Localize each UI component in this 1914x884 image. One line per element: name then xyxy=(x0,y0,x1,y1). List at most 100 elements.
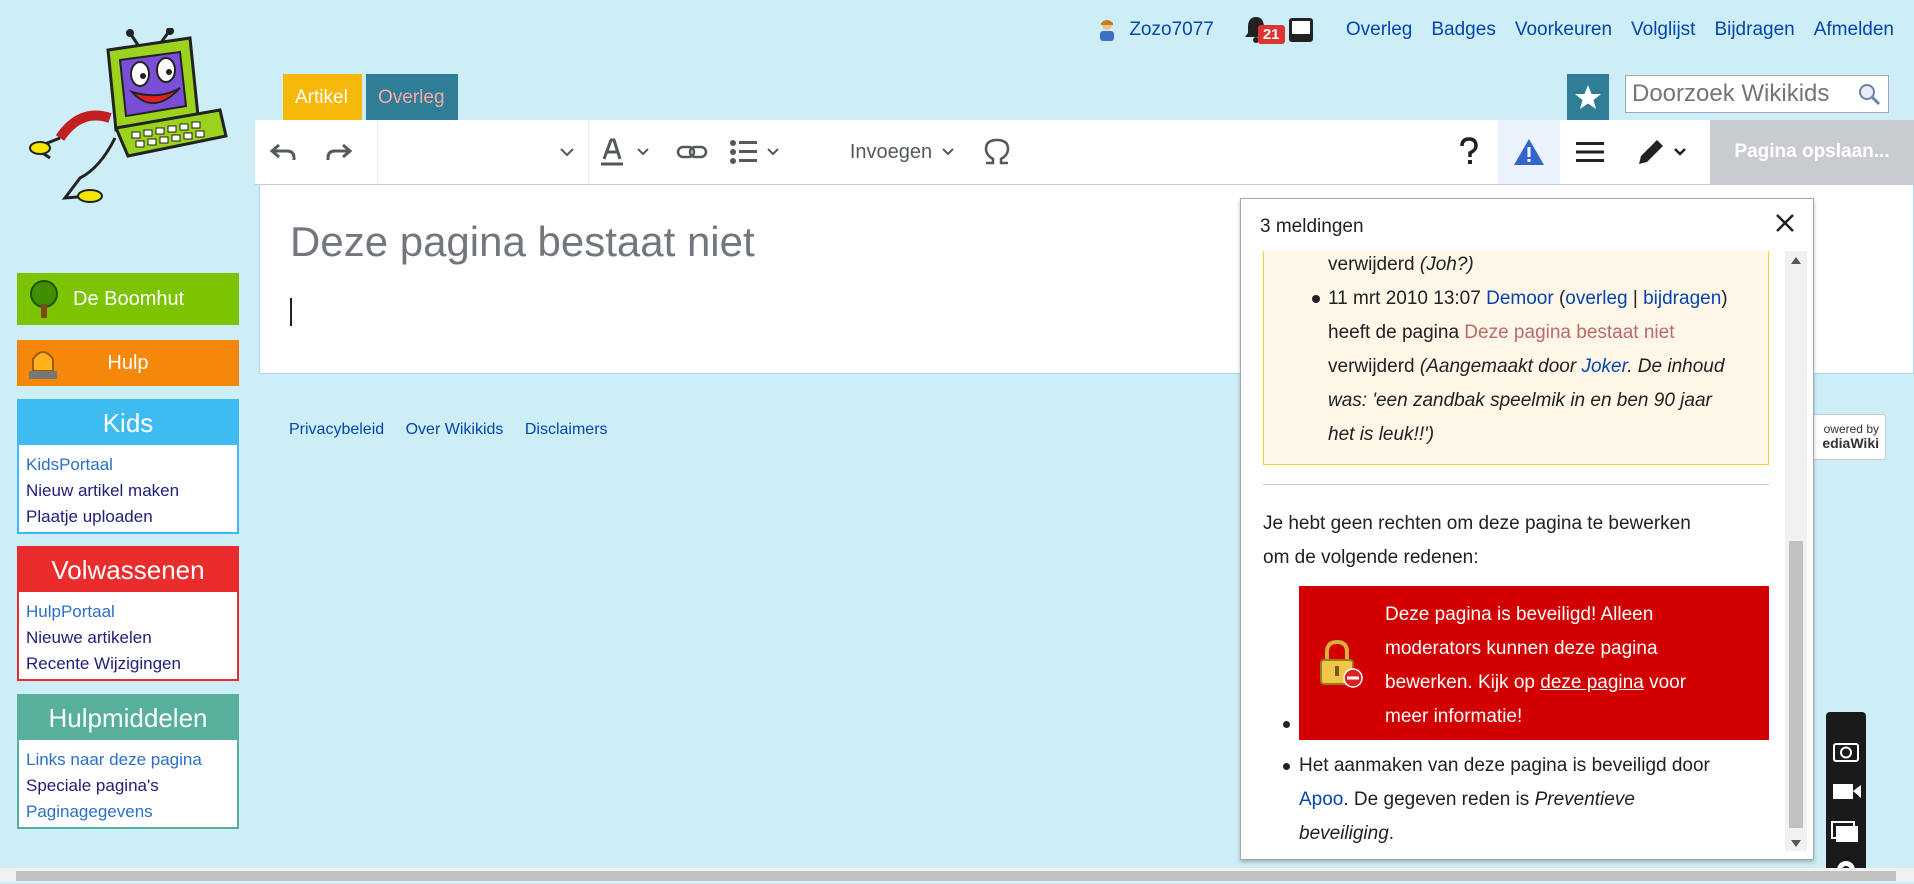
horizontal-scrollbar-thumb[interactable] xyxy=(16,871,1896,881)
link-button[interactable] xyxy=(667,120,717,184)
footer-disclaimers-link[interactable]: Disclaimers xyxy=(525,421,608,438)
notifications-count-badge: 21 xyxy=(1257,25,1285,44)
sidebar-item-nieuwe-artikelen[interactable]: Nieuwe artikelen xyxy=(26,625,230,651)
editor-switch-dropdown[interactable] xyxy=(1625,120,1699,184)
log-user-link[interactable]: Demoor xyxy=(1486,288,1554,309)
link-badges[interactable]: Badges xyxy=(1431,19,1495,41)
username[interactable]: Zozo7077 xyxy=(1129,19,1214,41)
notices-popup: 3 meldingen verwijderd (Joh?) 11 mrt 201… xyxy=(1240,198,1814,860)
create-protection-line1: Het aanmaken van deze pagina is beveilig… xyxy=(1299,755,1710,776)
tab-artikel[interactable]: Artikel xyxy=(283,74,362,120)
special-characters-button[interactable] xyxy=(975,120,1019,184)
sidebar-kids-title: Kids xyxy=(19,401,237,445)
bullet xyxy=(1283,721,1290,728)
list-dropdown[interactable] xyxy=(723,120,787,184)
link-voorkeuren[interactable]: Voorkeuren xyxy=(1515,19,1612,41)
notifications-button[interactable]: 21 xyxy=(1242,15,1285,45)
page-options-button[interactable] xyxy=(1560,120,1620,184)
redo-icon xyxy=(326,143,353,160)
chevron-down-icon xyxy=(1674,148,1686,156)
link-volglijst[interactable]: Volglijst xyxy=(1631,19,1695,41)
window-capture-icon[interactable] xyxy=(1826,816,1866,846)
horizontal-scrollbar[interactable] xyxy=(0,868,1914,882)
chevron-down-icon xyxy=(560,148,574,157)
search-box[interactable] xyxy=(1625,75,1889,113)
siren-icon xyxy=(29,351,57,379)
save-page-button[interactable]: Pagina opslaan... xyxy=(1710,120,1914,184)
editor-toolbar: Invoegen Pagina opslaan... xyxy=(255,120,1914,185)
notices-scrollbar-thumb[interactable] xyxy=(1789,541,1803,828)
bullet xyxy=(1312,295,1320,303)
help-button[interactable] xyxy=(1440,120,1498,184)
log-page-link[interactable]: Deze pagina bestaat niet xyxy=(1464,322,1674,343)
watch-star-button[interactable] xyxy=(1567,74,1609,120)
tree-icon xyxy=(30,280,58,318)
link-overleg[interactable]: Overleg xyxy=(1346,19,1413,41)
user-link[interactable]: Zozo7077 xyxy=(1097,19,1214,41)
bullet xyxy=(1283,763,1290,770)
menu-icon xyxy=(1576,142,1604,162)
rights-text-line2: om de volgende redenen: xyxy=(1263,547,1479,568)
bullet-list-icon xyxy=(730,140,757,164)
link-bijdragen[interactable]: Bijdragen xyxy=(1714,19,1794,41)
personal-toolbar: Zozo7077 21 Overleg Badges Voorkeuren Vo… xyxy=(1097,15,1894,45)
redo-button[interactable] xyxy=(311,120,367,184)
rights-text-line1: Je hebt geen rechten om deze pagina te b… xyxy=(1263,513,1691,534)
create-protection-user-link[interactable]: Apoo xyxy=(1299,789,1343,810)
sidebar-item-speciale-paginas[interactable]: Speciale pagina's xyxy=(26,773,230,799)
tab-overleg[interactable]: Overleg xyxy=(366,74,458,120)
chevron-down-icon xyxy=(942,148,954,156)
chevron-down-icon xyxy=(767,148,779,156)
undo-button[interactable] xyxy=(255,120,311,184)
search-input[interactable] xyxy=(1630,78,1854,110)
powered-by-text: owered by xyxy=(1823,422,1879,436)
sidebar-item-plaatje-uploaden[interactable]: Plaatje uploaden xyxy=(26,504,230,530)
sidebar-item-links-naar-deze-pagina[interactable]: Links naar deze pagina xyxy=(26,747,230,773)
footer-about-link[interactable]: Over Wikikids xyxy=(406,421,504,438)
sidebar-hulpmiddelen-title: Hulpmiddelen xyxy=(19,696,237,740)
search-icon[interactable] xyxy=(1856,81,1882,107)
scroll-up-icon[interactable] xyxy=(1785,253,1807,269)
sidebar-item-nieuw-artikel[interactable]: Nieuw artikel maken xyxy=(26,478,230,504)
sidebar-hulpmiddelen-box: Hulpmiddelen Links naar deze pagina Spec… xyxy=(17,694,239,829)
star-icon xyxy=(1575,85,1601,109)
sidebar-item-kidsportaal[interactable]: KidsPortaal xyxy=(26,452,230,478)
log-entry-2-line4: was: 'een zandbak speelmik in en ben 90 … xyxy=(1328,390,1712,411)
log-reason-user-link[interactable]: Joker xyxy=(1581,356,1627,377)
footer-privacy-link[interactable]: Privacybeleid xyxy=(289,421,384,438)
log-entry-2-line5: het is leuk!!') xyxy=(1328,424,1435,445)
text-style-dropdown[interactable] xyxy=(595,120,655,184)
sidebar-hulp-label: Hulp xyxy=(107,351,149,374)
inbox-icon[interactable] xyxy=(1286,15,1316,45)
footer-links: Privacybeleid Over Wikikids Disclaimers xyxy=(289,421,625,439)
powered-by-mediawiki-badge[interactable]: owered by ediaWiki xyxy=(1808,414,1886,460)
page-title[interactable]: Deze pagina bestaat niet xyxy=(290,218,755,266)
close-icon[interactable] xyxy=(1773,211,1797,235)
text-cursor xyxy=(290,298,292,326)
scroll-down-icon[interactable] xyxy=(1785,835,1807,851)
protected-info-link[interactable]: deze pagina xyxy=(1540,672,1644,693)
sidebar-item-paginagegevens[interactable]: Paginagegevens xyxy=(26,799,230,825)
insert-dropdown[interactable]: Invoegen xyxy=(843,120,963,184)
video-icon[interactable] xyxy=(1826,776,1866,806)
deletion-log-notice: verwijderd (Joh?) 11 mrt 2010 13:07 Demo… xyxy=(1263,251,1769,465)
sidebar-hulp-button[interactable]: Hulp xyxy=(17,340,239,386)
wikikids-logo[interactable] xyxy=(20,28,230,213)
protected-notice-text: Deze pagina is beveiligd! Alleen moderat… xyxy=(1385,604,1687,727)
sidebar-item-recente-wijzigingen[interactable]: Recente Wijzigingen xyxy=(26,651,230,677)
paragraph-format-dropdown[interactable] xyxy=(378,120,588,184)
log-overleg-link[interactable]: overleg xyxy=(1565,288,1627,309)
protected-page-notice: Deze pagina is beveiligd! Alleen moderat… xyxy=(1299,586,1769,740)
camera-icon[interactable] xyxy=(1826,736,1866,766)
sidebar-item-hulpportaal[interactable]: HulpPortaal xyxy=(26,599,230,625)
sidebar-volwassenen-box: Volwassenen HulpPortaal Nieuwe artikelen… xyxy=(17,546,239,681)
notices-button[interactable] xyxy=(1498,120,1560,184)
help-icon xyxy=(1460,137,1478,164)
link-afmelden[interactable]: Afmelden xyxy=(1814,19,1894,41)
log-bijdragen-link[interactable]: bijdragen xyxy=(1643,288,1721,309)
log-entry-1-tail: verwijderd (Joh?) xyxy=(1328,254,1474,275)
log-entry-2-line2: heeft de pagina Deze pagina bestaat niet xyxy=(1328,322,1675,343)
sidebar-boomhut-button[interactable]: De Boomhut xyxy=(17,273,239,325)
notices-scrollbar[interactable] xyxy=(1785,251,1807,851)
lock-icon xyxy=(1320,639,1363,688)
